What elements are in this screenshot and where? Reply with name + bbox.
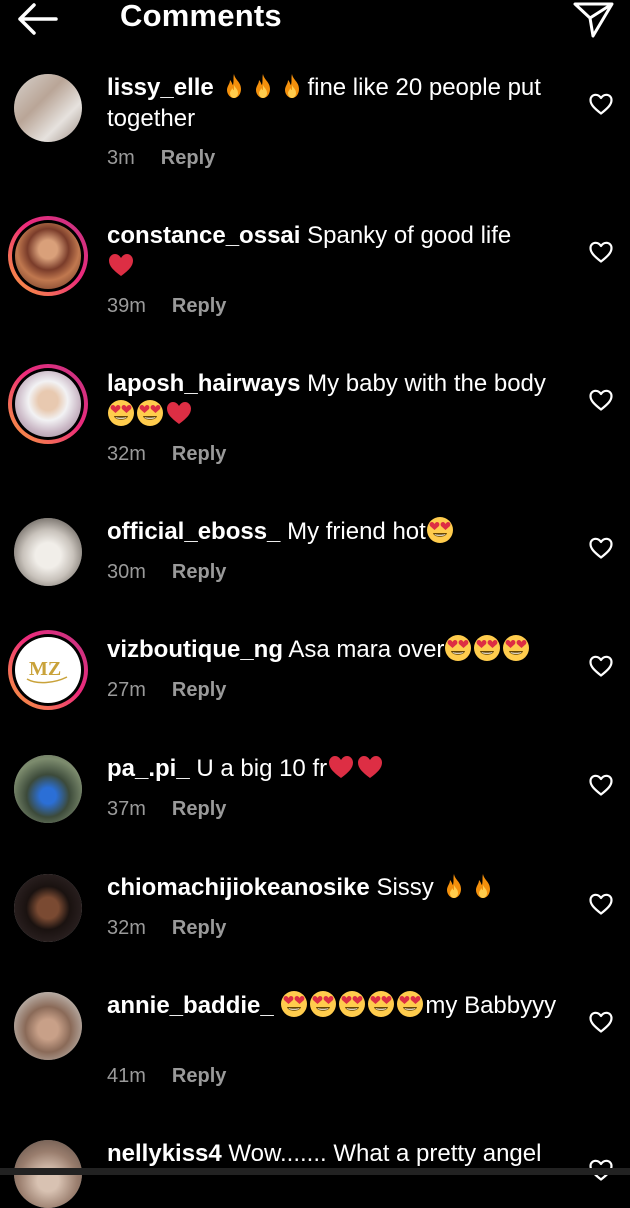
comment-meta: 39m Reply [107, 294, 226, 318]
comment-meta: 27m Reply [107, 678, 226, 702]
comment-text: chiomachijiokeanosike Sissy [107, 872, 577, 903]
send-icon[interactable] [570, 0, 616, 40]
comment-time: 27m [107, 679, 146, 701]
fire-emoji-icon [220, 72, 248, 100]
comment-text: annie_baddie_ my Babbyyy [107, 990, 577, 1021]
red-heart-emoji-icon [165, 399, 193, 427]
comment-meta: 37m Reply [107, 797, 226, 821]
top-bar: Comments [0, 0, 630, 40]
comment-username[interactable]: laposh_hairways [107, 370, 300, 397]
heart-eyes-emoji-icon [426, 516, 454, 544]
avatar[interactable] [8, 364, 88, 444]
like-heart-icon[interactable] [588, 388, 614, 412]
comment-time: 30m [107, 561, 146, 583]
heart-eyes-emoji-icon [396, 990, 424, 1018]
fire-emoji-icon [278, 72, 306, 100]
comment-body: Sissy [376, 874, 434, 901]
comment-text: constance_ossai Spanky of good life [107, 220, 577, 282]
heart-eyes-emoji-icon [280, 990, 308, 1018]
avatar[interactable] [14, 74, 82, 142]
heart-eyes-emoji-icon [473, 634, 501, 662]
comment-text: nellykiss4 Wow....... What a pretty ange… [107, 1138, 577, 1169]
comment-time: 37m [107, 798, 146, 820]
comment-text: lissy_elle fine like 20 people put toget… [107, 72, 577, 134]
reply-button[interactable]: Reply [172, 798, 226, 820]
avatar[interactable] [14, 518, 82, 586]
comment-username[interactable]: lissy_elle [107, 74, 214, 101]
comment-username[interactable]: annie_baddie_ [107, 992, 274, 1019]
back-arrow-icon[interactable] [14, 0, 64, 40]
fire-emoji-icon [440, 872, 468, 900]
comment-meta: 32m Reply [107, 442, 226, 466]
comment-meta: 41m Reply [107, 1064, 226, 1088]
comment-text: vizboutique_ng Asa mara over [107, 634, 577, 665]
heart-eyes-emoji-icon [309, 990, 337, 1018]
reply-button[interactable]: Reply [172, 1065, 226, 1087]
comment-time: 41m [107, 1065, 146, 1087]
comment-body: Spanky of good life [307, 222, 512, 249]
like-heart-icon[interactable] [588, 892, 614, 916]
reply-button[interactable]: Reply [172, 561, 226, 583]
comment-username[interactable]: vizboutique_ng [107, 636, 283, 663]
fire-emoji-icon [469, 872, 497, 900]
comment-time: 39m [107, 295, 146, 317]
svg-text:MZ: MZ [29, 658, 61, 680]
avatar[interactable]: MZ [8, 630, 88, 710]
comment-body: U a big 10 fr [196, 755, 328, 782]
like-heart-icon[interactable] [588, 1010, 614, 1034]
comment-time: 32m [107, 917, 146, 939]
heart-eyes-emoji-icon [338, 990, 366, 1018]
reply-button[interactable]: Reply [172, 295, 226, 317]
reply-button[interactable]: Reply [172, 443, 226, 465]
red-heart-emoji-icon [356, 753, 384, 781]
red-heart-emoji-icon [327, 753, 355, 781]
comment-body: My friend hot [287, 518, 426, 545]
comment-username[interactable]: official_eboss_ [107, 518, 280, 545]
comment-text: laposh_hairways My baby with the body [107, 368, 577, 430]
heart-eyes-emoji-icon [367, 990, 395, 1018]
comment-body: My baby with the body [307, 370, 546, 397]
red-heart-emoji-icon [107, 251, 135, 279]
comment-username[interactable]: pa_.pi_ [107, 755, 190, 782]
reply-button[interactable]: Reply [172, 917, 226, 939]
comment-username[interactable]: chiomachijiokeanosike [107, 874, 370, 901]
comment-text: official_eboss_ My friend hot [107, 516, 577, 547]
comment-meta: 32m Reply [107, 916, 226, 940]
avatar[interactable] [14, 992, 82, 1060]
avatar[interactable] [14, 874, 82, 942]
heart-eyes-emoji-icon [107, 399, 135, 427]
comment-body: Wow....... What a pretty angel [228, 1140, 542, 1167]
like-heart-icon[interactable] [588, 92, 614, 116]
comment-time: 32m [107, 443, 146, 465]
heart-eyes-emoji-icon [444, 634, 472, 662]
avatar[interactable] [14, 755, 82, 823]
like-heart-icon[interactable] [588, 654, 614, 678]
reply-button[interactable]: Reply [172, 679, 226, 701]
fire-emoji-icon [249, 72, 277, 100]
comment-meta: 3m Reply [107, 146, 215, 170]
comment-time: 3m [107, 147, 135, 169]
comment-username[interactable]: constance_ossai [107, 222, 300, 249]
like-heart-icon[interactable] [588, 240, 614, 264]
bottom-edge [0, 1168, 630, 1175]
comment-body: Asa mara over [288, 636, 445, 663]
comment-body: my Babbyyy [425, 992, 557, 1019]
comment-text: pa_.pi_ U a big 10 fr [107, 753, 577, 784]
heart-eyes-emoji-icon [502, 634, 530, 662]
vizboutique-logo-icon: MZ [26, 658, 68, 684]
like-heart-icon[interactable] [588, 773, 614, 797]
heart-eyes-emoji-icon [136, 399, 164, 427]
reply-button[interactable]: Reply [161, 147, 215, 169]
avatar[interactable] [8, 216, 88, 296]
like-heart-icon[interactable] [588, 536, 614, 560]
comment-username[interactable]: nellykiss4 [107, 1140, 222, 1167]
page-title: Comments [120, 0, 282, 33]
comment-meta: 30m Reply [107, 560, 226, 584]
